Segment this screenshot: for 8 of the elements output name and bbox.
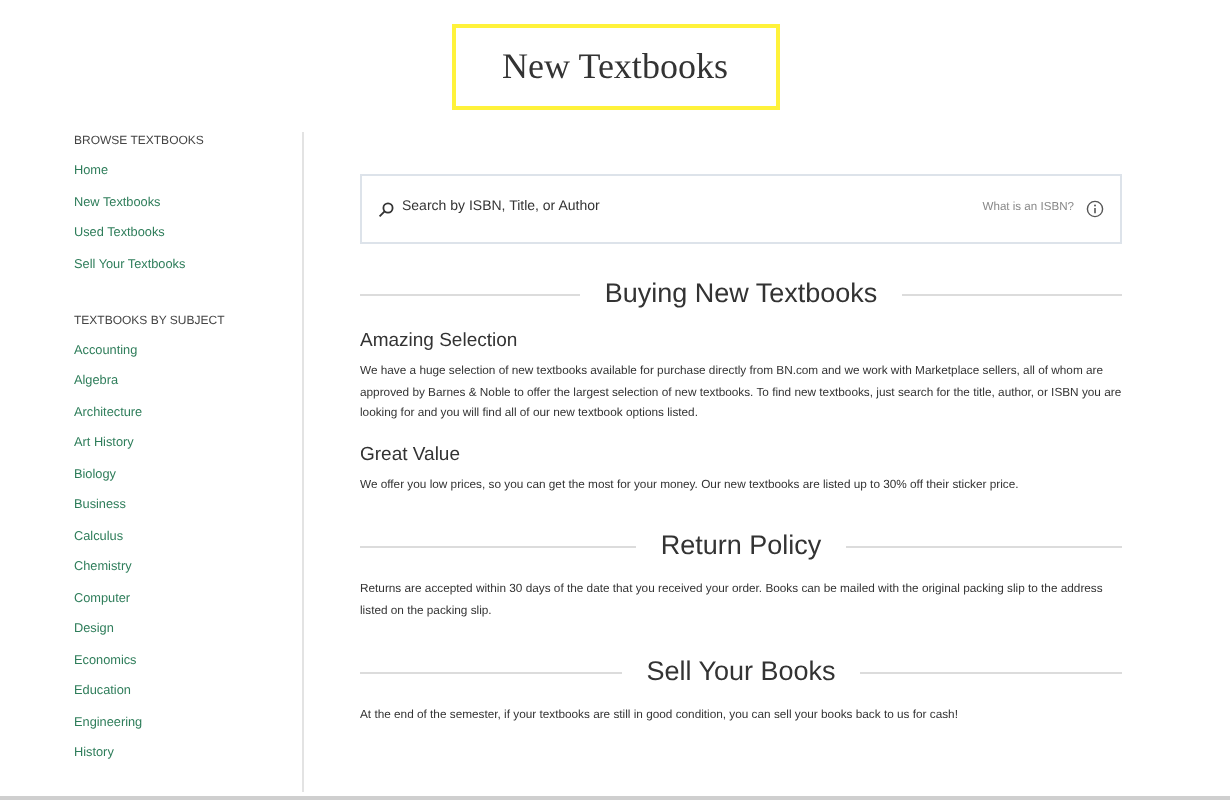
subheading: Great Value (360, 441, 462, 467)
section-heading: Buying New Textbooks (604, 276, 878, 312)
info-icon[interactable] (1086, 200, 1104, 218)
subheading: Amazing Selection (360, 328, 520, 354)
section-heading: Sell Your Books (646, 654, 836, 690)
section-heading: Return Policy (660, 528, 822, 564)
page-title: New Textbooks (451, 24, 779, 110)
search-icon (378, 201, 394, 217)
